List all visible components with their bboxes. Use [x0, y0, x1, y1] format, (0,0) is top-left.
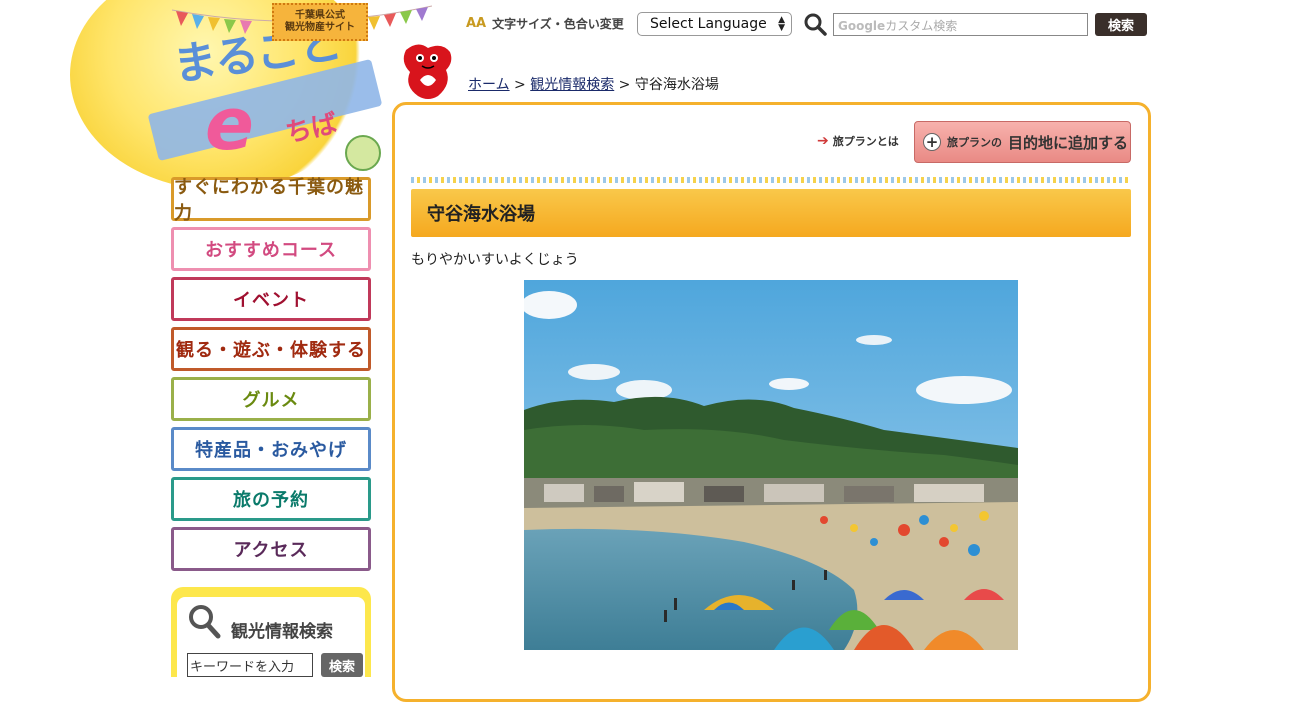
font-size-color-tool[interactable]: AA 文字サイズ・色合い変更 — [466, 15, 624, 32]
tourism-search-inner: 観光情報検索 キーワードを入力 検索 — [177, 597, 365, 687]
site-search-button[interactable]: 検索 — [1095, 13, 1147, 36]
breadcrumb-current: 守谷海水浴場 — [634, 77, 719, 93]
nav-travel-booking[interactable]: 旅の予約 — [171, 477, 371, 521]
nav-see-play-experience[interactable]: 観る・遊ぶ・体験する — [171, 327, 371, 371]
nav-recommended-courses[interactable]: おすすめコース — [171, 227, 371, 271]
nav-chiba-charm[interactable]: すぐにわかる千葉の魅力 — [171, 177, 371, 224]
font-size-icon: AA — [466, 16, 487, 31]
arrow-right-icon: ➔ — [817, 133, 829, 149]
breadcrumb-home-link[interactable]: ホーム — [468, 77, 510, 93]
keyword-input[interactable]: キーワードを入力 — [187, 653, 313, 677]
plus-icon: + — [923, 133, 941, 151]
chibakun-mascot-icon — [403, 44, 452, 99]
logo-title-e: e — [205, 82, 254, 166]
beach-photo — [524, 280, 1018, 650]
nav-access[interactable]: アクセス — [171, 527, 371, 571]
badge-line-2: 観光物産サイト — [285, 22, 355, 33]
travel-plan-about-link[interactable]: ➔ 旅プランとは — [817, 133, 899, 149]
nav-label: おすすめコース — [204, 240, 338, 261]
language-select[interactable]: Select Language ▲ ▼ — [637, 12, 792, 36]
site-search-input[interactable]: Googleカスタム検索 — [833, 13, 1088, 36]
tourism-search-title: 観光情報検索 — [231, 622, 333, 642]
nav-label: 特産品・おみやげ — [195, 440, 347, 461]
plan-button-prefix: 旅プランの — [947, 136, 1002, 149]
title-reading: もりやかいすいよくじょう — [411, 252, 579, 268]
language-select-value: Select Language — [650, 16, 767, 32]
nav-events[interactable]: イベント — [171, 277, 371, 321]
nav-label: 観る・遊ぶ・体験する — [176, 340, 366, 361]
logo-emblem-icon — [345, 135, 381, 171]
plan-about-label: 旅プランとは — [832, 135, 899, 148]
nav-gourmet[interactable]: グルメ — [171, 377, 371, 421]
nav-label: グルメ — [242, 390, 300, 411]
search-icon — [804, 13, 827, 36]
nav-label: イベント — [233, 290, 309, 311]
add-to-travel-plan-button[interactable]: + 旅プランの 目的地に追加する — [914, 121, 1131, 163]
page-title: 守谷海水浴場 — [411, 189, 1131, 237]
dotted-divider — [411, 177, 1131, 183]
page-title-text: 守谷海水浴場 — [427, 204, 535, 225]
official-site-badge[interactable]: 千葉県公式 観光物産サイト — [272, 3, 368, 41]
nav-specialties-souvenirs[interactable]: 特産品・おみやげ — [171, 427, 371, 471]
nav-label: アクセス — [233, 540, 309, 561]
google-brand-label: Google — [838, 19, 886, 33]
select-arrows-icon: ▲ ▼ — [778, 15, 785, 33]
keyword-search-button[interactable]: 検索 — [321, 653, 363, 677]
badge-line-1: 千葉県公式 — [295, 10, 345, 21]
breadcrumb-separator: > — [509, 77, 531, 93]
breadcrumb-separator: > — [614, 77, 635, 93]
search-placeholder: カスタム検索 — [885, 19, 958, 33]
nav-label: すぐにわかる千葉の魅力 — [174, 177, 364, 224]
magnifier-icon — [189, 605, 221, 639]
nav-label: 旅の予約 — [233, 490, 309, 511]
breadcrumb: ホーム > 観光情報検索 > 守谷海水浴場 — [468, 74, 719, 94]
plan-button-label: 目的地に追加する — [1008, 133, 1129, 152]
breadcrumb-category-link[interactable]: 観光情報検索 — [530, 77, 614, 93]
font-tool-label: 文字サイズ・色合い変更 — [492, 17, 624, 31]
